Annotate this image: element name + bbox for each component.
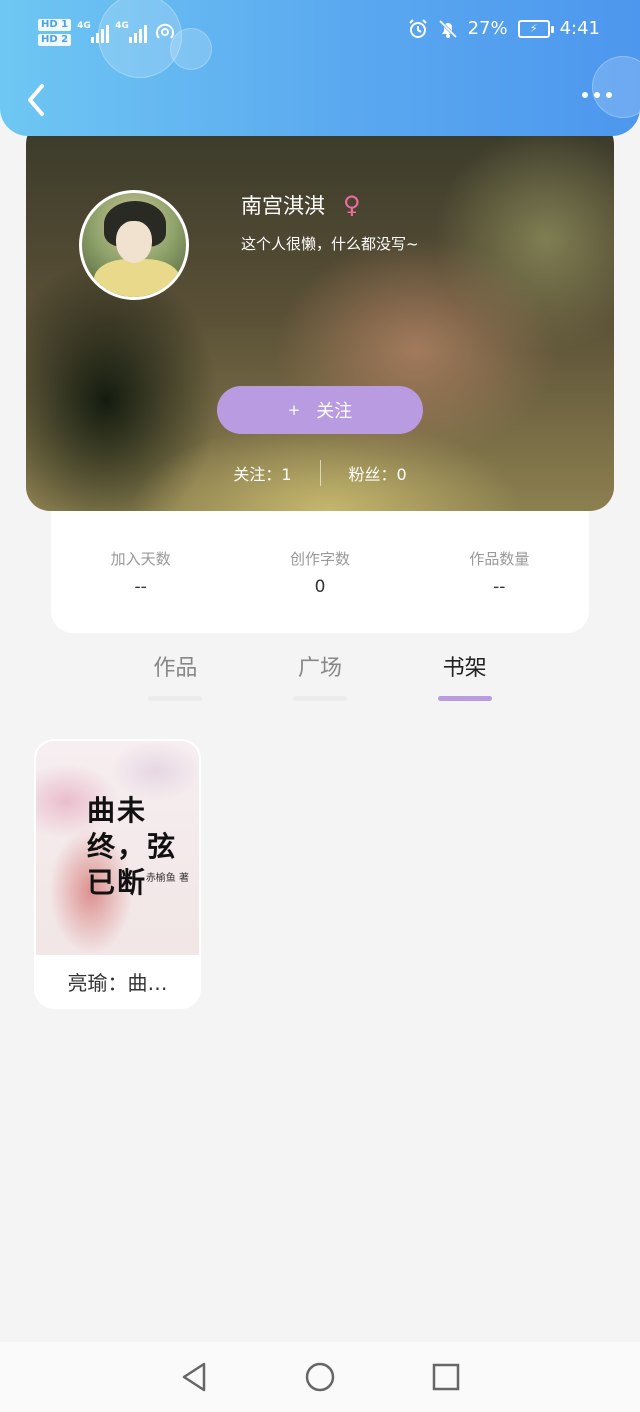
stat-value: 0 [314,577,326,597]
hd1-badge: HD 1 [38,18,72,31]
network-type-label: 4G [115,21,129,31]
cover-author: 赤榆鱼 著 [145,873,189,884]
system-nav-bar [0,1342,640,1412]
book-cover: 曲未终，弦已断 赤榆鱼 著 [36,741,199,955]
follow-label: 关注 [316,401,353,422]
female-icon: ♀ [343,191,361,219]
chevron-left-icon [28,84,44,116]
battery-percent: 27% [467,18,508,39]
stat-label: 作品数量 [469,550,530,568]
back-button[interactable] [20,80,56,120]
tab-bookshelf[interactable]: 书架 [392,650,537,710]
followers-count[interactable]: 粉丝：0 [349,461,407,485]
bell-muted-icon [438,19,457,38]
hotspot-icon [156,23,175,39]
status-bar-right: 27% ⚡ 4:41 [408,18,600,39]
avatar[interactable] [79,190,189,300]
following-count[interactable]: 关注：1 [233,461,291,485]
user-name: 南宫淇淇 [241,194,325,218]
book-card[interactable]: 曲未终，弦已断 赤榆鱼 著 亮瑜：曲… [34,739,201,1009]
clock-time: 4:41 [559,18,600,39]
network-type-label: 4G [77,21,91,31]
user-bio: 这个人很懒，什么都没写~ [241,235,419,253]
back-triangle-icon[interactable] [180,1361,208,1393]
tab-label: 广场 [298,656,343,681]
home-circle-icon[interactable] [304,1361,336,1393]
alarm-icon [408,18,427,38]
stat-value: -- [493,577,506,597]
signal-icon: 4G [115,21,148,43]
tab-indicator [437,696,492,701]
stat-works-count: 作品数量 -- [410,490,589,633]
status-bar-left: HD 1 HD 2 4G 4G [38,14,177,50]
more-button[interactable] [582,92,612,98]
dot [582,92,588,98]
signal-icon: 4G [77,21,110,43]
tab-label: 书架 [442,656,487,681]
tab-indicator [293,696,347,701]
plus-icon: + [287,401,301,419]
tab-label: 作品 [153,656,198,681]
stat-label: 加入天数 [110,550,171,568]
divider [319,460,321,486]
name-row: 南宫淇淇 ♀ [241,190,361,220]
follow-button[interactable]: + 关注 [217,386,423,434]
book-title: 亮瑜：曲… [67,971,168,995]
stat-label: 创作字数 [289,550,350,568]
tab-indicator [148,696,203,701]
app-header: HD 1 HD 2 4G 4G 27% ⚡ 4:41 [0,0,640,136]
profile-card: 南宫淇淇 ♀ 这个人很懒，什么都没写~ + 关注 关注：1 粉丝：0 [26,120,614,511]
dot [594,92,600,98]
decorative-bubble [592,56,640,118]
follow-counts: 关注：1 粉丝：0 [26,460,614,486]
profile-tabs: 作品 广场 书架 [103,650,537,710]
cover-title: 曲未终，弦已断 [87,794,178,899]
tab-works[interactable]: 作品 [103,650,248,710]
battery-charging-icon: ⚡ [517,19,554,38]
stat-value: -- [134,577,147,597]
stat-word-count: 创作字数 0 [230,490,409,633]
hd2-badge: HD 2 [38,33,72,46]
stat-join-days: 加入天数 -- [51,490,230,633]
tab-square[interactable]: 广场 [248,650,393,710]
stats-card: 加入天数 -- 创作字数 0 作品数量 -- [51,490,589,633]
recents-square-icon[interactable] [432,1363,460,1391]
dot [606,92,612,98]
